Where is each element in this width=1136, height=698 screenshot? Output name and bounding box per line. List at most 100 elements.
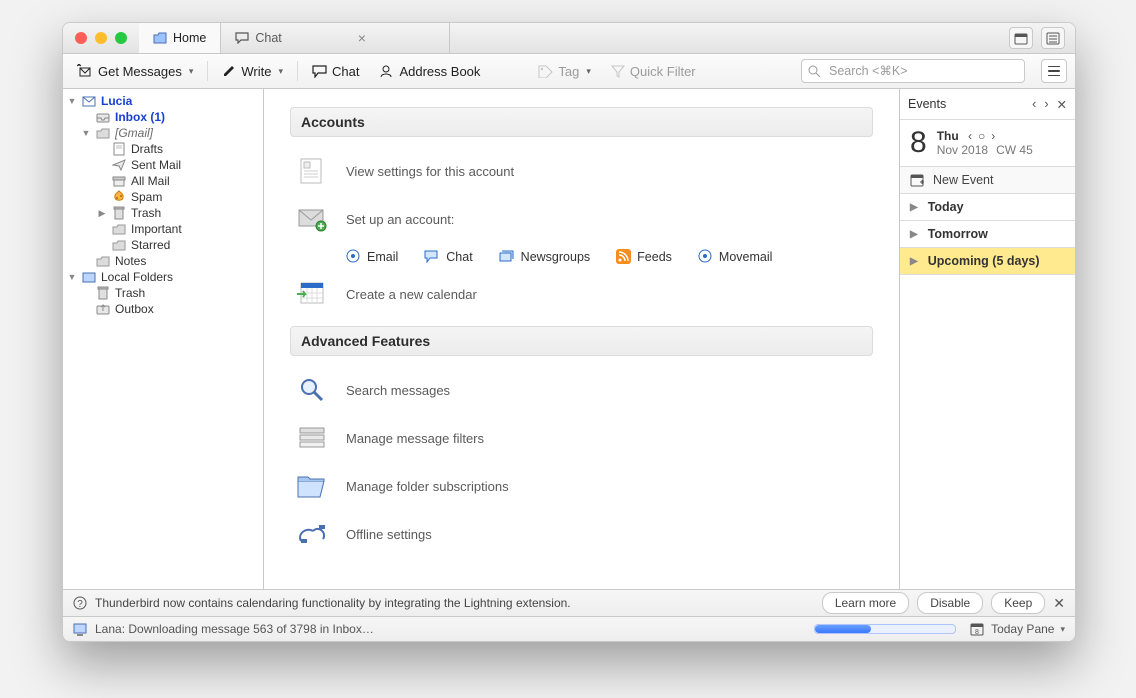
inbox-row[interactable]: Inbox (1) [63, 109, 263, 125]
rss-icon [616, 249, 631, 264]
local-folders-icon [81, 271, 97, 283]
app-menu-button[interactable] [1041, 59, 1067, 83]
starred-row[interactable]: Starred [63, 237, 263, 253]
search-input[interactable] [827, 63, 1018, 79]
spam-row[interactable]: Spam [63, 189, 263, 205]
trash-local-row[interactable]: Trash [63, 285, 263, 301]
folder-subs-row[interactable]: Manage folder subscriptions [290, 462, 873, 510]
address-book-icon [379, 64, 394, 78]
outbox-row[interactable]: Outbox [63, 301, 263, 317]
statusbar: Lana: Downloading message 563 of 3798 in… [63, 616, 1075, 641]
trash-icon [111, 206, 127, 220]
chevron-down-icon: ▾ [278, 66, 283, 77]
accounts-heading: Accounts [290, 107, 873, 137]
window-controls [63, 32, 139, 44]
events-header: Events ‹ › ✕ [900, 89, 1075, 120]
new-calendar-icon [296, 278, 328, 310]
create-calendar-row[interactable]: Create a new calendar [290, 270, 873, 318]
folder-icon [111, 223, 127, 235]
infobar-close-icon[interactable]: ✕ [1053, 595, 1065, 612]
events-close-icon[interactable]: ✕ [1057, 97, 1067, 112]
filters-stack-icon [296, 422, 328, 454]
date-today-icon[interactable]: ○ [978, 129, 985, 143]
tab-strip: Home Chat × [139, 23, 450, 53]
important-row[interactable]: Important [63, 221, 263, 237]
drafts-row[interactable]: Drafts [63, 141, 263, 157]
new-event-button[interactable]: New Event [900, 167, 1075, 194]
toolbar: Get Messages ▾ Write ▾ Chat Address Book… [63, 54, 1075, 89]
newsgroups-icon [499, 250, 515, 264]
tab-home-label: Home [173, 31, 206, 45]
account-row[interactable]: ▼ Lucia [63, 93, 263, 109]
setup-movemail[interactable]: Movemail [698, 249, 773, 264]
titlebar: Home Chat × [63, 23, 1075, 54]
tab-close-icon[interactable]: × [358, 30, 366, 46]
events-today-group[interactable]: ▶Today [900, 194, 1075, 221]
archive-icon [111, 175, 127, 187]
address-book-button[interactable]: Address Book [373, 62, 486, 81]
sent-row[interactable]: Sent Mail [63, 157, 263, 173]
download-progress [814, 624, 956, 634]
setup-feeds[interactable]: Feeds [616, 249, 672, 264]
date-next-icon[interactable]: › [991, 129, 995, 143]
folder-icon [111, 239, 127, 251]
trash-gmail-row[interactable]: ▶ Trash [63, 205, 263, 221]
events-prev-icon[interactable]: ‹ [1032, 97, 1036, 112]
zoom-window-button[interactable] [115, 32, 127, 44]
tag-icon [538, 65, 553, 78]
infobar-text: Thunderbird now contains calendaring fun… [95, 596, 571, 610]
body: ▼ Lucia Inbox (1) ▼ [Gmail] Drafts [63, 89, 1075, 589]
today-pane-icon: 8 [970, 622, 985, 636]
chat-button[interactable]: Chat [306, 62, 365, 81]
junk-icon [111, 190, 127, 204]
tab-home[interactable]: Home [139, 23, 221, 53]
pencil-icon [222, 64, 236, 78]
write-button[interactable]: Write ▾ [216, 62, 289, 81]
disable-button[interactable]: Disable [917, 592, 983, 614]
chat-icon [424, 250, 440, 264]
keep-button[interactable]: Keep [991, 592, 1045, 614]
app-window: Home Chat × Get Messages ▾ [62, 22, 1076, 642]
svg-text:8: 8 [975, 629, 979, 636]
get-messages-button[interactable]: Get Messages ▾ [71, 62, 199, 81]
events-pane: Events ‹ › ✕ 8 Thu ‹ ○ › [899, 89, 1075, 589]
gmail-row[interactable]: ▼ [Gmail] [63, 125, 263, 141]
tag-button[interactable]: Tag ▾ [532, 62, 597, 81]
tasks-button[interactable] [1041, 27, 1065, 49]
setup-email[interactable]: Email [346, 249, 398, 264]
quick-filter-button[interactable]: Quick Filter [605, 62, 702, 81]
local-folders-row[interactable]: ▼ Local Folders [63, 269, 263, 285]
notes-row[interactable]: Notes [63, 253, 263, 269]
search-box[interactable] [801, 59, 1025, 83]
events-next-icon[interactable]: › [1044, 97, 1048, 112]
trash-icon [95, 286, 111, 300]
allmail-row[interactable]: All Mail [63, 173, 263, 189]
events-tomorrow-group[interactable]: ▶Tomorrow [900, 221, 1075, 248]
events-upcoming-group[interactable]: ▶Upcoming (5 days) [900, 248, 1075, 275]
activity-icon [73, 622, 89, 636]
date-prev-icon[interactable]: ‹ [968, 129, 972, 143]
info-icon: ? [73, 596, 87, 610]
chevron-down-icon: ▾ [189, 66, 194, 77]
outbox-icon [95, 303, 111, 315]
events-weekday: Thu [937, 129, 959, 143]
minimize-window-button[interactable] [95, 32, 107, 44]
search-messages-row[interactable]: Search messages [290, 366, 873, 414]
email-target-icon [346, 249, 361, 264]
funnel-icon [611, 65, 625, 78]
learn-more-button[interactable]: Learn more [822, 592, 909, 614]
status-text: Lana: Downloading message 563 of 3798 in… [95, 622, 374, 636]
setup-chat[interactable]: Chat [424, 250, 472, 264]
chevron-down-icon: ▾ [586, 66, 591, 77]
tab-chat[interactable]: Chat × [221, 23, 450, 53]
draft-icon [111, 142, 127, 156]
offline-settings-row[interactable]: Offline settings [290, 510, 873, 558]
offline-icon [296, 518, 328, 550]
today-pane-button[interactable]: 8 Today Pane ▾ [970, 622, 1065, 636]
close-window-button[interactable] [75, 32, 87, 44]
view-settings-row[interactable]: View settings for this account [290, 147, 873, 195]
calendar-button[interactable] [1009, 27, 1033, 49]
folder-icon [95, 127, 111, 139]
setup-newsgroups[interactable]: Newsgroups [499, 250, 590, 264]
manage-filters-row[interactable]: Manage message filters [290, 414, 873, 462]
